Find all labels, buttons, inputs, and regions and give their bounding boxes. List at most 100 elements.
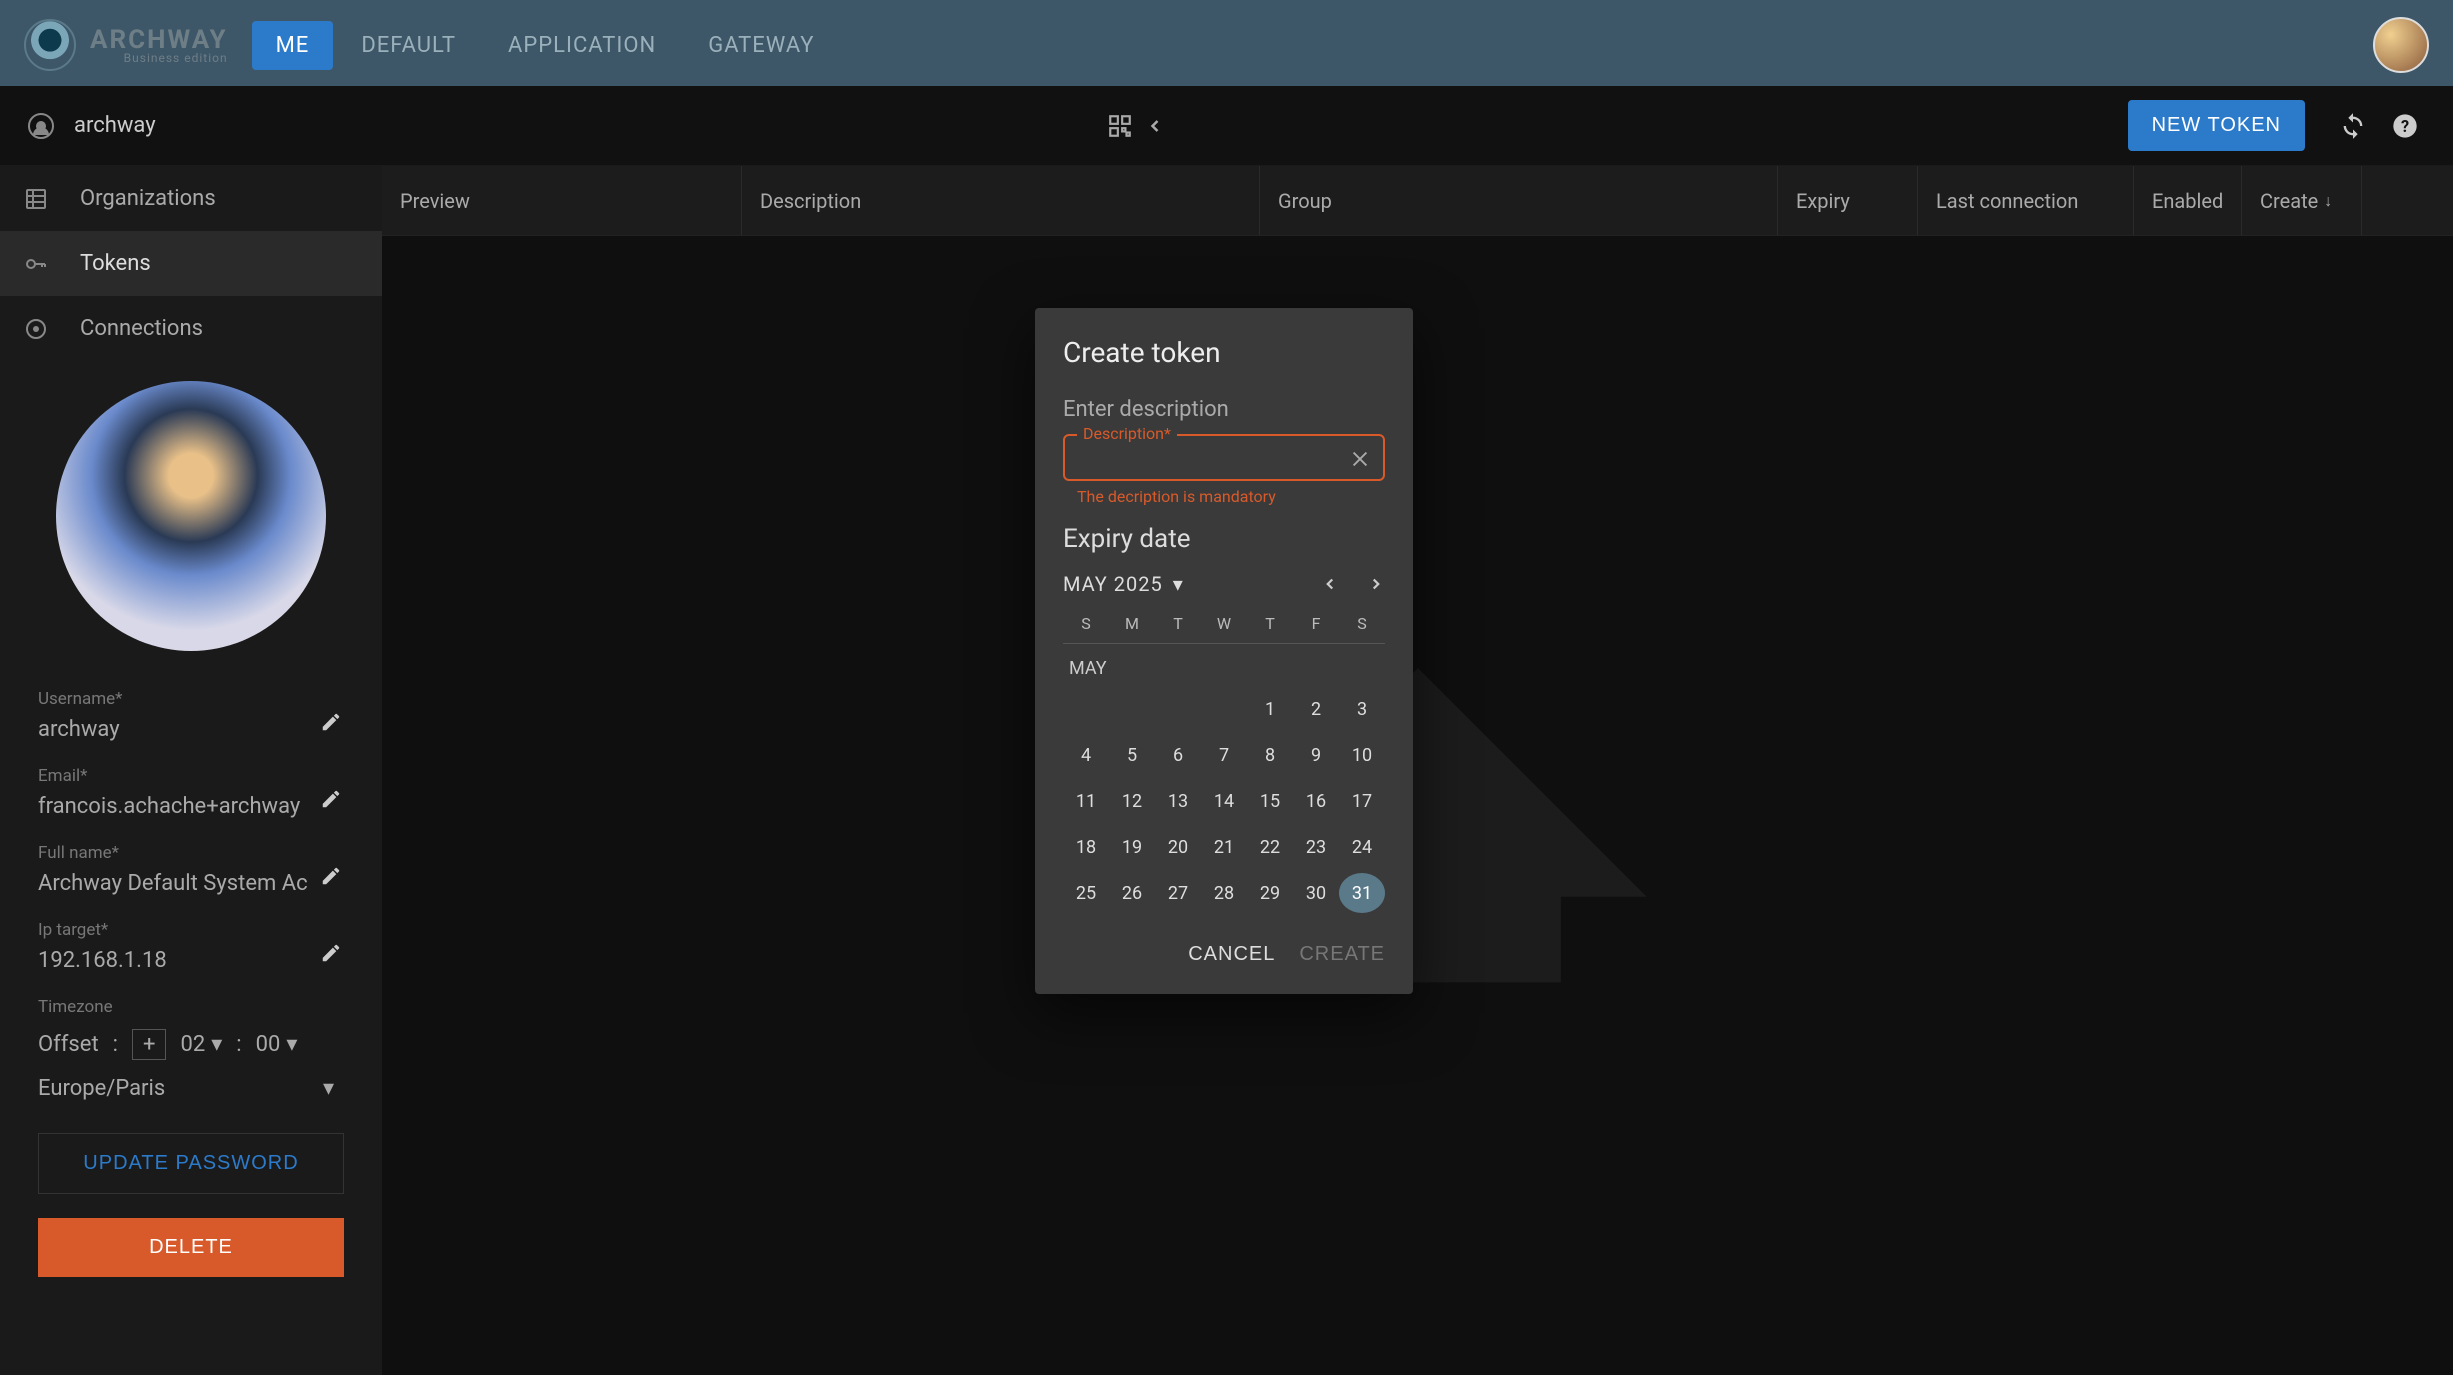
sidebar: Organizations Tokens Connections Usernam…	[0, 166, 382, 1375]
profile-avatar[interactable]	[56, 381, 326, 651]
calendar-dow: S	[1339, 614, 1385, 633]
calendar-day[interactable]: 30	[1293, 873, 1339, 913]
calendar-day[interactable]: 6	[1155, 735, 1201, 775]
offset-hours-select[interactable]: 02 ▾	[180, 1032, 222, 1057]
calendar-day[interactable]: 4	[1063, 735, 1109, 775]
create-button[interactable]: CREATE	[1299, 943, 1385, 966]
sidebar-item-organizations[interactable]: Organizations	[0, 166, 382, 231]
description-legend: Description*	[1077, 424, 1177, 443]
calendar-day[interactable]: 15	[1247, 781, 1293, 821]
edit-icon[interactable]	[320, 865, 342, 887]
calendar-dow: F	[1293, 614, 1339, 633]
calendar-next-icon[interactable]	[1367, 575, 1385, 593]
calendar-month-select[interactable]: MAY 2025 ▾	[1063, 572, 1184, 596]
calendar-day[interactable]: 9	[1293, 735, 1339, 775]
brand-logo: ARCHWAY Business edition	[24, 19, 228, 71]
nav-tab-default[interactable]: DEFAULT	[337, 21, 480, 70]
update-password-button[interactable]: UPDATE PASSWORD	[38, 1133, 344, 1194]
user-icon	[28, 113, 54, 139]
username-value: archway	[38, 717, 344, 742]
profile-block: Username* archway Email* francois.achach…	[0, 361, 382, 1297]
sidebar-item-label: Tokens	[80, 251, 151, 276]
calendar-day[interactable]: 1	[1247, 689, 1293, 729]
nav-tab-me[interactable]: ME	[252, 21, 334, 70]
sidebar-item-connections[interactable]: Connections	[0, 296, 382, 361]
calendar-day[interactable]: 23	[1293, 827, 1339, 867]
th-last-connection[interactable]: Last connection	[1918, 166, 2134, 235]
calendar-day[interactable]: 20	[1155, 827, 1201, 867]
nav-tab-application[interactable]: APPLICATION	[484, 21, 680, 70]
offset-sign[interactable]: +	[132, 1029, 166, 1060]
calendar-day[interactable]: 3	[1339, 689, 1385, 729]
calendar-day[interactable]: 5	[1109, 735, 1155, 775]
top-navbar: ARCHWAY Business edition ME DEFAULT APPL…	[0, 0, 2453, 86]
calendar-day[interactable]: 11	[1063, 781, 1109, 821]
email-value: francois.achache+archway	[38, 794, 344, 819]
modal-actions: CANCEL CREATE	[1063, 943, 1385, 966]
calendar-day[interactable]: 13	[1155, 781, 1201, 821]
calendar-day[interactable]: 29	[1247, 873, 1293, 913]
calendar-day[interactable]: 26	[1109, 873, 1155, 913]
calendar-day[interactable]: 14	[1201, 781, 1247, 821]
sidebar-item-tokens[interactable]: Tokens	[0, 231, 382, 296]
th-description[interactable]: Description	[742, 166, 1260, 235]
ip-field: Ip target* 192.168.1.18	[20, 912, 362, 989]
sidebar-item-label: Connections	[80, 316, 203, 341]
calendar-day[interactable]: 31	[1339, 873, 1385, 913]
description-input[interactable]	[1079, 446, 1339, 469]
delete-button[interactable]: DELETE	[38, 1218, 344, 1277]
calendar-day[interactable]: 12	[1109, 781, 1155, 821]
chevron-left-icon[interactable]	[1145, 116, 1165, 136]
th-group[interactable]: Group	[1260, 166, 1778, 235]
sort-down-icon: ↓	[2324, 191, 2332, 211]
offset-minutes-select[interactable]: 00 ▾	[256, 1032, 298, 1057]
calendar-day[interactable]: 28	[1201, 873, 1247, 913]
key-icon	[24, 252, 52, 276]
calendar-day[interactable]: 19	[1109, 827, 1155, 867]
ip-value: 192.168.1.18	[38, 948, 344, 973]
field-label: Email*	[38, 766, 344, 786]
description-input-wrap: Description*	[1063, 434, 1385, 481]
calendar-day[interactable]: 21	[1201, 827, 1247, 867]
modal-title: Create token	[1063, 336, 1385, 369]
chevron-down-icon: ▾	[323, 1076, 334, 1101]
edit-icon[interactable]	[320, 711, 342, 733]
calendar-day[interactable]: 2	[1293, 689, 1339, 729]
th-preview[interactable]: Preview	[382, 166, 742, 235]
th-enabled[interactable]: Enabled	[2134, 166, 2242, 235]
calendar-day[interactable]: 16	[1293, 781, 1339, 821]
timezone-name: Europe/Paris	[38, 1076, 165, 1101]
calendar-dow: W	[1201, 614, 1247, 633]
calendar-day[interactable]: 22	[1247, 827, 1293, 867]
calendar-day[interactable]: 8	[1247, 735, 1293, 775]
th-create[interactable]: Create ↓	[2242, 166, 2362, 235]
chevron-down-icon: ▾	[1173, 572, 1184, 596]
calendar-day[interactable]: 10	[1339, 735, 1385, 775]
edit-icon[interactable]	[320, 942, 342, 964]
calendar-header: MAY 2025 ▾	[1063, 572, 1385, 596]
calendar-dow: S	[1063, 614, 1109, 633]
calendar-day[interactable]: 17	[1339, 781, 1385, 821]
help-icon[interactable]: ?	[2385, 106, 2425, 146]
edit-icon[interactable]	[320, 788, 342, 810]
cancel-button[interactable]: CANCEL	[1188, 943, 1275, 966]
calendar-day[interactable]: 25	[1063, 873, 1109, 913]
svg-text:?: ?	[2401, 116, 2409, 135]
avatar[interactable]	[2373, 17, 2429, 73]
chevron-down-icon: ▾	[211, 1032, 222, 1057]
chevron-down-icon: ▾	[286, 1032, 297, 1057]
calendar-day[interactable]: 18	[1063, 827, 1109, 867]
nav-tab-gateway[interactable]: GATEWAY	[684, 21, 838, 70]
new-token-button[interactable]: NEW TOKEN	[2128, 100, 2305, 151]
th-expiry[interactable]: Expiry	[1778, 166, 1918, 235]
calendar-prev-icon[interactable]	[1321, 575, 1339, 593]
calendar-day[interactable]: 24	[1339, 827, 1385, 867]
calendar-day[interactable]: 27	[1155, 873, 1201, 913]
organizations-icon	[24, 187, 52, 211]
calendar-day[interactable]: 7	[1201, 735, 1247, 775]
qr-icon[interactable]	[1107, 113, 1133, 139]
sync-icon[interactable]	[2333, 106, 2373, 146]
close-icon[interactable]	[1349, 448, 1371, 470]
connections-icon	[24, 317, 52, 341]
timezone-name-row[interactable]: Europe/Paris ▾	[20, 1068, 362, 1109]
